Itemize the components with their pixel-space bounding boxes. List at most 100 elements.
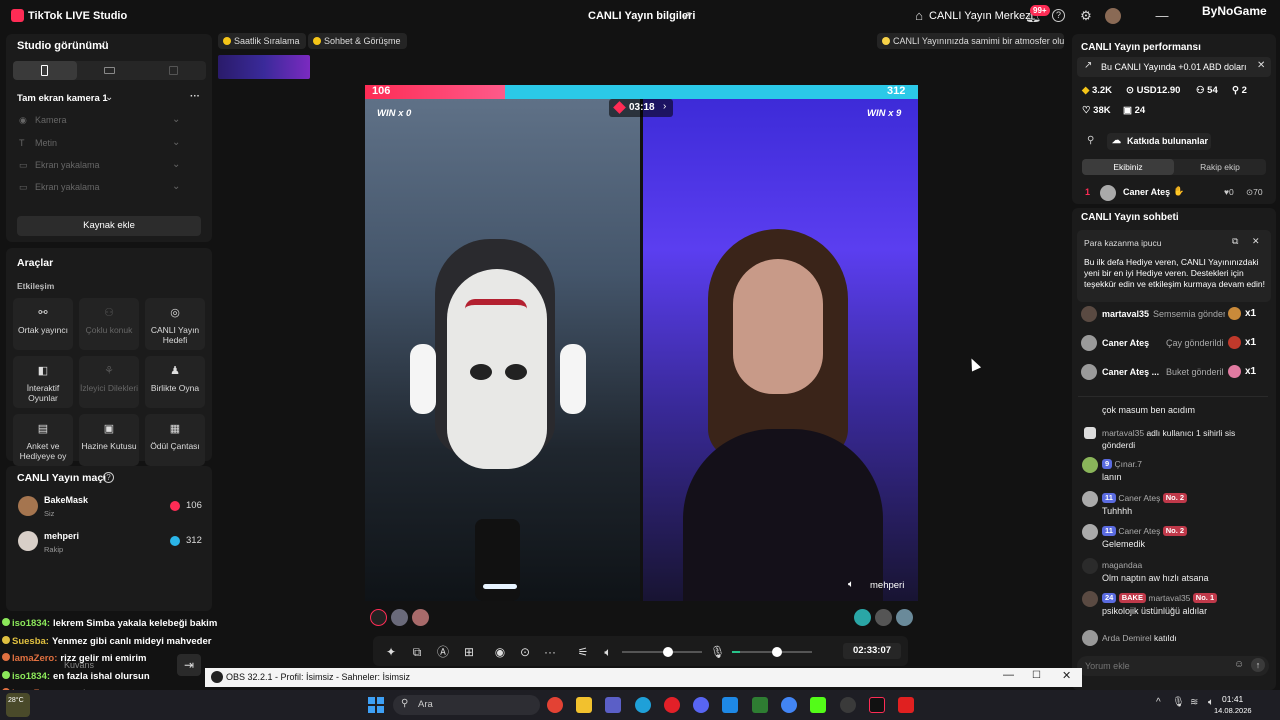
add-source-button[interactable]: Kaynak ekle — [17, 216, 201, 236]
send-icon[interactable]: ↑ — [1251, 658, 1265, 672]
opponent-gifter-avatar[interactable] — [875, 609, 892, 626]
tool-poll-vote-button[interactable]: ▤ Anket ve Hediyeye oy — [13, 414, 73, 466]
close-icon[interactable]: ✕ — [1257, 60, 1265, 71]
scene-chevron-icon[interactable]: ⌄ — [105, 92, 113, 103]
close-icon[interactable]: ✕ — [1252, 236, 1260, 247]
chat-call-chip[interactable]: Sohbet & Görüşme — [308, 33, 407, 49]
tab-your-team[interactable]: Ekibiniz — [1082, 159, 1174, 175]
close-icon[interactable]: ✕ — [1062, 669, 1071, 682]
more-icon[interactable]: ··· — [543, 645, 557, 659]
volume-slider-handle[interactable] — [663, 647, 673, 657]
source-chevron-icon[interactable]: ⌄ — [172, 114, 180, 125]
taskbar-search[interactable]: ⚲ Ara — [393, 695, 540, 715]
settings-gear-icon[interactable]: ⚙ — [1079, 9, 1093, 23]
tool-treasure-box-button[interactable]: ▣ Hazine Kutusu — [79, 414, 139, 466]
mic-slider-handle[interactable] — [772, 647, 782, 657]
opponent-gifter-avatar[interactable] — [854, 609, 871, 626]
scene-name[interactable]: Tam ekran kamera 1 — [17, 93, 108, 104]
chat-username[interactable]: Caner Ateş — [1118, 493, 1160, 503]
source-chevron-icon[interactable]: ⌄ — [172, 181, 180, 192]
youtube-icon[interactable] — [898, 697, 914, 713]
chat-username[interactable]: Arda Demirel — [1102, 633, 1152, 643]
profile-avatar[interactable] — [1105, 8, 1121, 24]
user-settings-icon[interactable]: ⚲ — [1087, 135, 1094, 146]
stop-icon[interactable]: ⊙ — [518, 645, 532, 659]
source-chevron-icon[interactable]: ⌄ — [172, 159, 180, 170]
more-options-icon[interactable]: ··· — [190, 91, 200, 102]
tool-co-host-button[interactable]: ⚯ Ortak yayıncı — [13, 298, 73, 350]
obs-taskbar-icon[interactable] — [840, 697, 856, 713]
minimize-icon[interactable]: — — [1003, 669, 1014, 681]
info-icon[interactable]: ? — [103, 472, 114, 483]
volume-icon[interactable]: 🔈︎ — [601, 645, 615, 659]
minimize-icon[interactable]: — — [1155, 9, 1169, 23]
live-center-link[interactable]: CANLI Yayın Merkezi — [929, 10, 1033, 22]
chat-username[interactable]: Çınar.7 — [1115, 459, 1142, 469]
tiktok-taskbar-icon[interactable] — [869, 697, 885, 713]
opera-icon[interactable] — [664, 697, 680, 713]
tab-opponent-team[interactable]: Rakip ekip — [1174, 159, 1266, 175]
tool-viewer-wishes-button[interactable]: ⚘ İzleyici Dilekleri — [79, 356, 139, 408]
tool-play-together-button[interactable]: ♟ Birlikte Oyna — [145, 356, 205, 408]
mic-tray-icon[interactable]: 🎙︎ — [1172, 697, 1185, 708]
studio-view-title[interactable]: Studio görünümü — [17, 40, 109, 52]
tip-chip[interactable]: CANLI Yayınınızda samimi bir atmosfer ol… — [877, 33, 1064, 49]
tool-live-goal-button[interactable]: ◎ CANLI Yayın Hedefi — [145, 298, 205, 350]
record-icon[interactable]: ◉ — [493, 645, 507, 659]
mic-slider[interactable] — [732, 647, 812, 657]
share-icon[interactable]: ↗ — [680, 9, 694, 23]
hourly-ranking-chip[interactable]: Saatlik Sıralama — [218, 33, 306, 49]
windows-start-icon[interactable] — [368, 697, 384, 713]
emoji-icon[interactable]: ☺ — [1234, 659, 1244, 670]
chat-username[interactable]: Caner Ateş — [1118, 526, 1160, 536]
source-item-camera[interactable]: Kamera — [35, 115, 67, 125]
source-item-screen-2[interactable]: Ekran yakalama — [35, 182, 100, 192]
edge-icon[interactable] — [635, 697, 651, 713]
chat-username[interactable]: magandaa — [1102, 560, 1142, 570]
contributors-button[interactable]: ☁ Katkıda bulunanlar — [1107, 133, 1211, 150]
help-icon[interactable]: ? — [1052, 9, 1065, 22]
comment-input[interactable] — [1085, 659, 1225, 673]
kick-icon[interactable] — [810, 697, 826, 713]
home-icon[interactable]: ⌂ — [912, 9, 926, 23]
microphone-icon[interactable]: 🎙︎ — [710, 645, 725, 659]
maximize-icon[interactable]: ☐ — [1032, 670, 1041, 681]
excel-icon[interactable] — [752, 697, 768, 713]
top-gifter-avatar[interactable] — [412, 609, 429, 626]
tool-interactive-games-button[interactable]: ◧ İnteraktif Oyunlar — [13, 356, 73, 408]
source-item-screen-1[interactable]: Ekran yakalama — [35, 160, 100, 170]
chevron-down-icon[interactable]: ⌄ — [98, 39, 106, 50]
top-gifter-avatar[interactable] — [370, 609, 387, 626]
open-external-icon[interactable]: ⧉ — [1232, 236, 1238, 247]
network-icon[interactable]: ≋ — [1190, 697, 1198, 708]
event-banner[interactable] — [218, 55, 310, 79]
screen-share-icon[interactable]: ⧉ — [410, 645, 424, 659]
source-item-text[interactable]: Metin — [35, 138, 57, 148]
mail-icon[interactable] — [722, 697, 738, 713]
tool-reward-bag-button[interactable]: ▦ Ödül Çantası — [145, 414, 205, 466]
chrome-icon[interactable] — [547, 697, 563, 713]
file-explorer-icon[interactable] — [576, 697, 592, 713]
source-chevron-icon[interactable]: ⌄ — [172, 137, 180, 148]
mixer-icon[interactable]: ⚟ — [576, 645, 590, 659]
battle-timer[interactable]: 03:18 › — [609, 99, 673, 117]
teams-icon[interactable] — [605, 697, 621, 713]
tool-multi-guest-button[interactable]: ⚇ Çoklu konuk — [79, 298, 139, 350]
weather-widget[interactable]: 28°C — [6, 693, 30, 717]
opponent-gifter-avatar[interactable] — [896, 609, 913, 626]
top-gifter-avatar[interactable] — [391, 609, 408, 626]
discord-icon[interactable] — [693, 697, 709, 713]
chrome-alt-icon[interactable] — [781, 697, 797, 713]
ai-icon[interactable]: Ⓐ — [436, 645, 450, 659]
landscape-icon[interactable] — [104, 67, 115, 74]
chat-username[interactable]: martaval35 — [1102, 428, 1144, 438]
portrait-option[interactable] — [13, 61, 77, 80]
volume-slider[interactable] — [622, 647, 702, 657]
effects-wand-icon[interactable]: ✦ — [384, 645, 398, 659]
tray-expand-icon[interactable]: ^ — [1156, 697, 1161, 708]
add-media-icon[interactable]: ⊞ — [462, 645, 476, 659]
end-live-icon[interactable]: ⇥ — [177, 654, 201, 676]
speaker-icon[interactable]: 🔈︎ — [848, 579, 854, 590]
chat-username[interactable]: martaval35 — [1148, 593, 1190, 603]
dual-view-icon[interactable] — [169, 66, 178, 75]
